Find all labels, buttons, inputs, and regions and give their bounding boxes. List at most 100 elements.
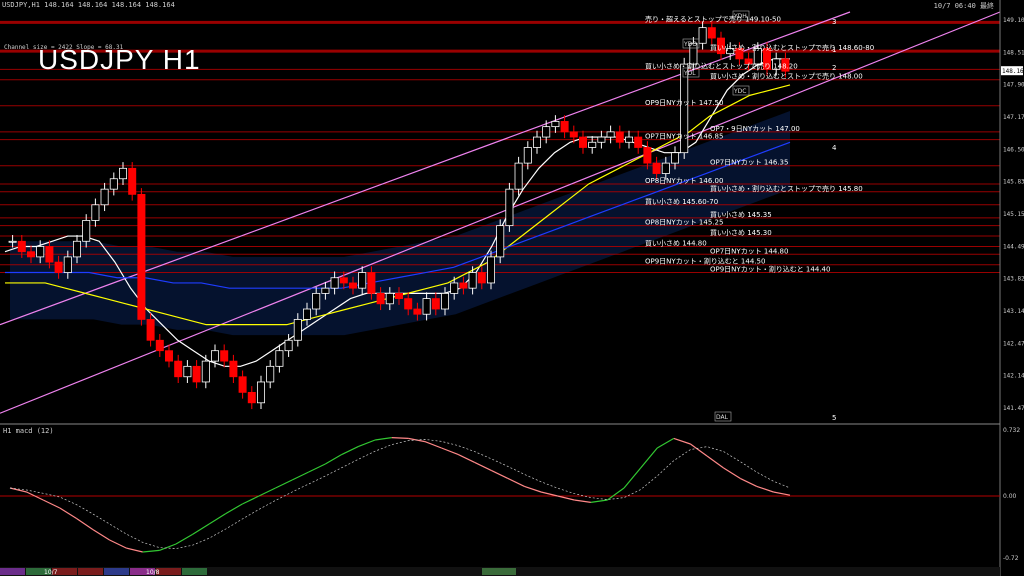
time-label: 10/8 <box>146 569 160 576</box>
candle-body <box>358 272 367 289</box>
session-block <box>104 568 129 575</box>
candle-body <box>256 381 265 404</box>
candle-body <box>100 188 109 206</box>
indicator-label: H1 macd (12) <box>3 427 54 435</box>
candle-body <box>45 246 54 263</box>
candle-body <box>661 162 670 174</box>
level-label: 買い小さめ・割り込むとストップで売り 148.00 <box>710 72 863 81</box>
price-tick: 147.170 <box>1003 114 1024 121</box>
tag-label: YDO <box>683 41 697 48</box>
candle-body <box>422 298 431 315</box>
candle-body <box>468 272 477 289</box>
price-tick: 147.900 <box>1003 82 1024 89</box>
candle-body <box>367 272 376 294</box>
candle-body <box>404 298 413 310</box>
candle-body <box>284 339 293 352</box>
level-label: OP8日NYカット 145.25 <box>645 219 723 227</box>
server-time: 10/7 06:40 最終 <box>933 2 994 10</box>
candle-body <box>63 256 72 273</box>
candle-body <box>183 365 192 378</box>
price-tick: 143.820 <box>1003 276 1024 283</box>
level-label: OP7日NYカット 146.35 <box>710 159 788 167</box>
price-tick: 148.510 <box>1003 49 1024 56</box>
wave-marker: 2 <box>832 64 836 72</box>
candle-body <box>606 131 615 138</box>
candle-body <box>128 167 137 195</box>
session-block <box>78 568 103 575</box>
candle-body <box>597 136 606 143</box>
tag-label: YDH <box>733 13 747 20</box>
session-block <box>156 568 181 575</box>
candle-body <box>330 277 339 289</box>
level-label: 買い小さめ 145.60-70 <box>645 197 718 206</box>
macd-min-label: -0.72 <box>1003 555 1019 562</box>
level-label: 買い小さめ・割り込むとストップで売り 148.20 <box>645 61 798 70</box>
candle-body <box>266 365 275 383</box>
candle-body <box>615 131 624 143</box>
candle-body <box>560 121 569 133</box>
candle-body <box>533 136 542 148</box>
candle-body <box>210 350 219 362</box>
candle-body <box>220 350 229 362</box>
candle-body <box>459 282 468 289</box>
candle-body <box>542 126 551 138</box>
candle-body <box>643 147 652 164</box>
candle-body <box>321 287 330 294</box>
candle-body <box>201 360 210 383</box>
session-block <box>0 568 25 575</box>
candle-body <box>146 319 155 341</box>
candle-body <box>137 193 146 320</box>
candle-body <box>174 360 183 378</box>
candle-body <box>588 141 597 148</box>
level-label: OP8日NYカット 146.00 <box>645 177 723 185</box>
candle-body <box>569 131 578 138</box>
macd-max-label: 0.732 <box>1003 427 1020 434</box>
level-label: 売り・超えるとストップで売り 149.10-50 <box>645 14 781 23</box>
candle-body <box>26 251 35 258</box>
price-tick: 141.470 <box>1003 405 1024 412</box>
candle-body <box>579 136 588 148</box>
candle-body <box>707 27 716 39</box>
candle-body <box>275 350 284 367</box>
candle-body <box>625 136 634 143</box>
level-label: OP9日NYカット・割り込むと 144.50 <box>645 257 765 266</box>
candle-body <box>8 240 17 243</box>
tag-label: YDL <box>683 70 696 77</box>
candle-body <box>652 162 661 174</box>
tag-label: YDC <box>733 88 746 95</box>
candle-body <box>450 282 459 294</box>
level-label: 買い小さめ 145.35 <box>710 210 772 219</box>
price-tick: 149.100 <box>1003 17 1024 24</box>
chart-title: USDJPY H1 <box>38 44 201 75</box>
wave-marker: 1 <box>832 46 836 54</box>
candle-body <box>413 308 422 315</box>
level-label: 買い小さめ 144.80 <box>645 238 707 247</box>
candle-body <box>376 292 385 305</box>
candle-body <box>394 292 403 299</box>
price-tick: 142.470 <box>1003 340 1024 347</box>
level-label: OP7日NYカット 146.85 <box>645 133 723 141</box>
time-label: 10/7 <box>44 569 58 576</box>
scroll-block <box>482 568 516 575</box>
price-tick: 142.140 <box>1003 373 1024 380</box>
candle-body <box>17 240 26 253</box>
wave-marker: 3 <box>832 18 836 26</box>
candle-body <box>229 360 238 378</box>
candle-body <box>293 319 302 341</box>
candle-body <box>431 298 440 310</box>
candle-body <box>634 136 643 148</box>
candle-body <box>440 292 449 310</box>
wave-marker: 4 <box>832 144 837 152</box>
candle-body <box>109 178 118 190</box>
price-tick: 144.490 <box>1003 243 1024 250</box>
candle-body <box>247 391 256 404</box>
current-price-label: 148.164 <box>1002 68 1024 75</box>
symbol-info: USDJPY,H1 148.164 148.164 148.164 148.16… <box>2 1 175 9</box>
price-chart[interactable]: 売り・超えるとストップで売り 149.10-50 買い小さめ・割り込むとストップで… <box>0 0 1024 576</box>
candle-body <box>698 27 707 44</box>
candle-body <box>302 308 311 320</box>
candle-body <box>514 162 523 190</box>
price-tick: 143.140 <box>1003 308 1024 315</box>
candle-body <box>486 256 495 284</box>
candle-body <box>551 121 560 128</box>
